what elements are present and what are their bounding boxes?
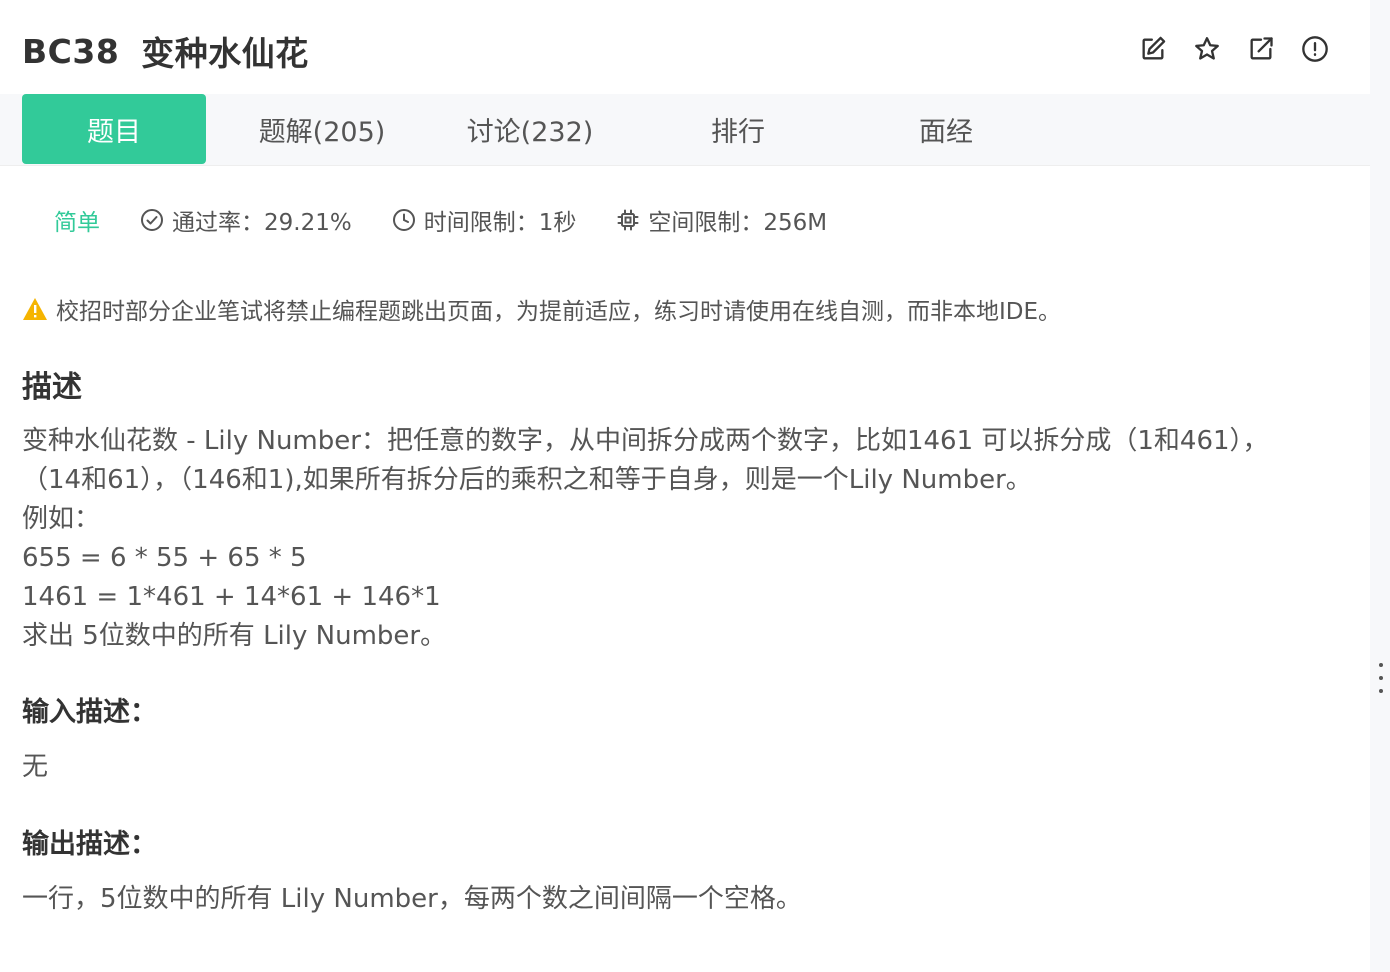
edit-icon[interactable] xyxy=(1138,34,1168,64)
handle-dot xyxy=(1379,689,1383,693)
description-line: 例如： xyxy=(22,504,101,534)
input-heading: 输入描述： xyxy=(22,697,157,728)
description-line: 求出 5位数中的所有 Lily Number。 xyxy=(22,621,447,651)
check-circle-icon xyxy=(141,209,163,231)
problem-id: BC38 xyxy=(22,31,120,71)
tab-interview[interactable]: 面经 xyxy=(854,94,1038,164)
problem-meta: 简单 通过率：29.21% 时间限制：1秒 空间限制：256M xyxy=(54,203,867,237)
resize-handle[interactable] xyxy=(1379,663,1383,693)
space-limit: 空间限制：256M xyxy=(616,203,827,237)
handle-dot xyxy=(1379,676,1383,680)
tab-discussion[interactable]: 讨论(232) xyxy=(438,94,622,164)
space-limit-text: 空间限制：256M xyxy=(648,210,828,236)
time-limit-text: 时间限制：1秒 xyxy=(423,210,577,236)
report-icon[interactable] xyxy=(1300,34,1330,64)
pass-rate: 通过率：29.21% xyxy=(140,203,352,237)
output-heading: 输出描述： xyxy=(22,829,157,860)
problem-header: BC38 变种水仙花 xyxy=(22,28,309,74)
star-icon[interactable] xyxy=(1192,34,1222,64)
description-heading: 描述 xyxy=(22,370,82,405)
description-line: 1461 = 1*461 + 14*61 + 146*1 xyxy=(22,582,441,612)
description-body: 变种水仙花数 - Lily Number：把任意的数字，从中间拆分成两个数字，比… xyxy=(22,422,1342,656)
description-line: 变种水仙花数 - Lily Number：把任意的数字，从中间拆分成两个数字，比… xyxy=(22,426,1269,456)
panel-divider xyxy=(1370,0,1390,972)
description-line: （14和61），（146和1),如果所有拆分后的乘积之和等于自身，则是一个Lil… xyxy=(22,465,1032,495)
tab-solutions[interactable]: 题解(205) xyxy=(230,94,414,164)
exam-warning: 校招时部分企业笔试将禁止编程题跳出页面，为提前适应，练习时请使用在线自测，而非本… xyxy=(22,292,1061,326)
header-actions xyxy=(1138,34,1330,64)
description-line: 655 = 6 * 55 + 65 * 5 xyxy=(22,543,307,573)
handle-dot xyxy=(1379,663,1383,667)
tab-problem[interactable]: 题目 xyxy=(22,94,206,164)
warning-text: 校招时部分企业笔试将禁止编程题跳出页面，为提前适应，练习时请使用在线自测，而非本… xyxy=(56,299,1062,325)
pass-rate-text: 通过率：29.21% xyxy=(172,210,352,236)
warning-icon xyxy=(23,298,47,320)
clock-icon xyxy=(392,209,415,231)
tab-ranking[interactable]: 排行 xyxy=(646,94,830,164)
problem-page: BC38 变种水仙花 题目 题解(205) 讨论(232) 排行 面经 简单 通… xyxy=(0,0,1390,972)
share-icon[interactable] xyxy=(1246,34,1276,64)
chip-icon xyxy=(617,209,639,231)
difficulty-badge: 简单 xyxy=(54,210,100,236)
problem-title: 变种水仙花 xyxy=(141,34,309,73)
problem-panel: BC38 变种水仙花 题目 题解(205) 讨论(232) 排行 面经 简单 通… xyxy=(0,0,1370,972)
input-body: 无 xyxy=(22,752,49,782)
tab-bar: 题目 题解(205) 讨论(232) 排行 面经 xyxy=(0,94,1370,166)
time-limit: 时间限制：1秒 xyxy=(392,203,577,237)
output-body: 一行，5位数中的所有 Lily Number，每两个数之间间隔一个空格。 xyxy=(22,884,802,914)
